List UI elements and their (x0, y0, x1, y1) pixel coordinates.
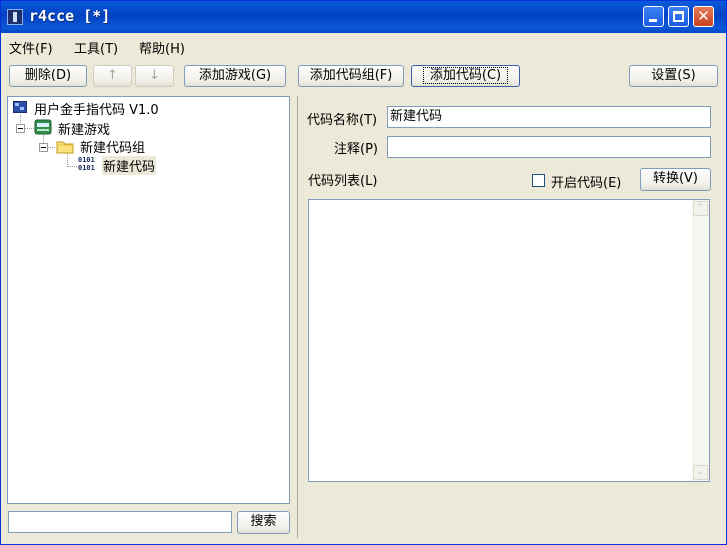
code-name-label: 代码名称(T) (307, 113, 378, 128)
menu-help[interactable]: 帮助(H) (139, 38, 185, 57)
note-input[interactable] (387, 136, 711, 158)
search-button[interactable]: 搜索 (237, 511, 290, 534)
tree-code-label[interactable]: 新建代码 (102, 156, 157, 175)
tree-root-label[interactable]: 用户金手指代码 V1.0 (34, 99, 159, 118)
code-tree[interactable]: 用户金手指代码 V1.0 新建游戏 新建代码组 0101 0101 新建代码 (7, 96, 290, 504)
tree-group-label[interactable]: 新建代码组 (80, 137, 145, 156)
menu-bar: 文件(F) 工具(T) 帮助(H) (1, 34, 726, 58)
menu-tools[interactable]: 工具(T) (74, 38, 118, 57)
tree-connector (43, 135, 44, 143)
code-list-textarea[interactable]: ⌃ ⌄ (308, 199, 710, 482)
scroll-up-icon[interactable]: ⌃ (693, 201, 708, 216)
scroll-down-icon[interactable]: ⌄ (693, 465, 708, 480)
close-button[interactable]: ✕ (693, 6, 714, 27)
collapse-group-toggle[interactable] (39, 143, 48, 152)
enable-code-checkbox[interactable] (532, 174, 545, 187)
tree-connector (25, 128, 34, 129)
window-title: r4cce [*] (29, 7, 111, 25)
tree-connector (20, 115, 21, 123)
code-list-scrollbar[interactable]: ⌃ ⌄ (692, 200, 709, 481)
binary-code-icon: 0101 0101 (78, 156, 95, 172)
close-icon: ✕ (697, 7, 710, 25)
move-up-button[interactable]: ↑ (93, 65, 132, 87)
menu-file[interactable]: 文件(F) (9, 38, 53, 57)
add-code-group-button[interactable]: 添加代码组(F) (298, 65, 404, 87)
tree-connector (48, 147, 55, 148)
enable-code-label[interactable]: 开启代码(E) (551, 172, 621, 191)
delete-button[interactable]: 删除(D) (9, 65, 87, 87)
tree-connector (67, 166, 77, 167)
minimize-icon (649, 19, 657, 22)
maximize-icon (673, 11, 684, 22)
move-down-button[interactable]: ↓ (135, 65, 174, 87)
settings-button[interactable]: 设置(S) (629, 65, 718, 87)
collapse-game-toggle[interactable] (16, 124, 25, 133)
add-game-button[interactable]: 添加游戏(G) (184, 65, 286, 87)
add-code-button-label: 添加代码(C) (422, 67, 509, 84)
app-icon (7, 9, 23, 25)
code-name-input[interactable]: 新建代码 (387, 106, 711, 128)
code-list-label: 代码列表(L) (308, 174, 378, 189)
note-label: 注释(P) (334, 142, 378, 157)
app-window: r4cce [*] ✕ 文件(F) 工具(T) 帮助(H) 删除(D) ↑ ↓ … (0, 0, 727, 545)
convert-button[interactable]: 转换(V) (640, 168, 711, 191)
maximize-button[interactable] (668, 6, 689, 27)
search-input[interactable] (8, 511, 232, 533)
cartridge-icon (34, 119, 52, 135)
database-icon (13, 101, 27, 113)
tree-game-label[interactable]: 新建游戏 (58, 119, 110, 138)
minimize-button[interactable] (643, 6, 664, 27)
title-bar[interactable]: r4cce [*] ✕ (1, 1, 726, 33)
add-code-button[interactable]: 添加代码(C) (411, 65, 520, 87)
folder-icon (56, 141, 74, 154)
